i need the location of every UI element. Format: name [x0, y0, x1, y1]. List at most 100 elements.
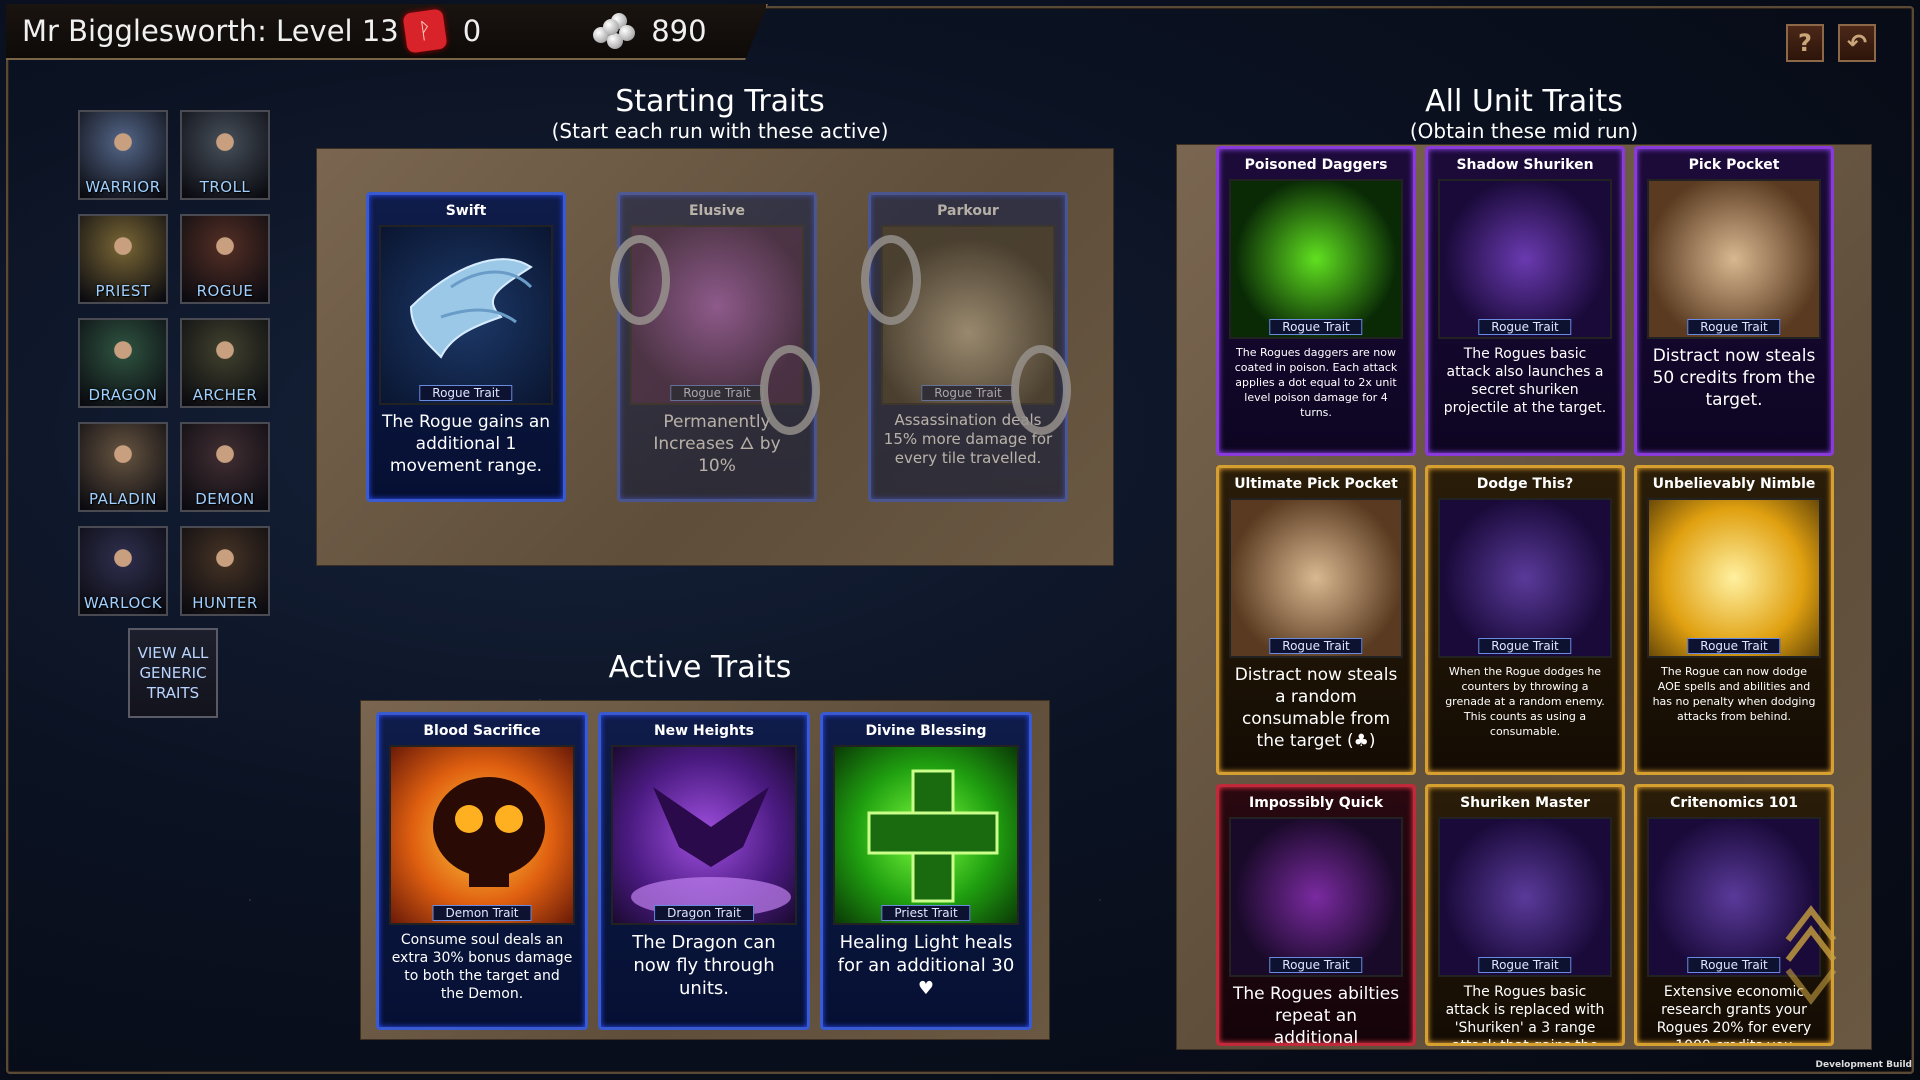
card-title: New Heights [653, 723, 755, 739]
card-title: Divine Blessing [865, 723, 987, 739]
player-header: Mr Bigglesworth: Level 13 ᚹ 0 890 [6, 4, 768, 60]
divine-blessing-cross-art: Priest Trait [833, 745, 1019, 925]
card-description: The Rogue gains an additional 1 movement… [381, 412, 551, 476]
class-tile-hunter[interactable]: HUNTER [180, 526, 270, 616]
trait-art: Rogue Trait [1229, 498, 1403, 658]
card-title: Unbelievably Nimble [1652, 476, 1816, 492]
card-description: Distract now steals a random consumable … [1234, 665, 1398, 751]
trait-class-tag: Rogue Trait [1478, 319, 1572, 335]
class-label: TROLL [199, 178, 251, 196]
class-tile-warrior[interactable]: WARRIOR [78, 110, 168, 200]
trait-card-swift[interactable]: Swift Rogue Trait The Rogue gains an add… [366, 192, 566, 502]
trait-class-tag: Rogue Trait [1269, 638, 1363, 654]
card-description: Distract now steals 50 credits from the … [1652, 346, 1816, 410]
lock-chain-icon [1011, 345, 1071, 435]
trait-class-tag: Rogue Trait [1687, 319, 1781, 335]
class-tile-demon[interactable]: DEMON [180, 422, 270, 512]
trait-class-tag: Rogue Trait [921, 385, 1015, 401]
class-label: WARRIOR [85, 178, 161, 196]
trait-class-tag: Rogue Trait [670, 385, 764, 401]
starting-traits-title: Starting Traits [615, 84, 825, 119]
trait-card-parkour[interactable]: Parkour Rogue Trait Assassination deals … [861, 192, 1071, 502]
unit-trait-card-poisoned-daggers[interactable]: Poisoned Daggers Rogue Trait The Rogues da… [1216, 146, 1416, 456]
view-all-generic-traits-button[interactable]: VIEW ALL GENERIC TRAITS [128, 628, 218, 718]
unit-traits-subtitle: (Obtain these mid run) [1409, 119, 1639, 143]
unit-traits-title: All Unit Traits [1425, 84, 1623, 119]
trait-class-tag: Rogue Trait [1687, 957, 1781, 973]
trait-class-tag: Priest Trait [881, 905, 971, 921]
trait-class-tag: Demon Trait [432, 905, 532, 921]
card-title: Shadow Shuriken [1456, 157, 1594, 173]
class-tile-rogue[interactable]: ROGUE [180, 214, 270, 304]
card-description: The Dragon can now fly through units. [632, 932, 776, 999]
blood-sacrifice-skull-art: Demon Trait [389, 745, 575, 925]
trait-art: Rogue Trait [1647, 498, 1821, 658]
trait-class-tag: Rogue Trait [1478, 638, 1572, 654]
class-label: DRAGON [88, 386, 158, 404]
card-description: The Rogues basic attack is replaced with… [1445, 984, 1605, 1046]
trait-class-tag: Dragon Trait [654, 905, 754, 921]
trait-card-elusive[interactable]: Elusive Rogue Trait Permanently Increase… [610, 192, 820, 502]
card-description: Healing Light heals for an additional 30… [837, 932, 1015, 999]
player-level-title: Mr Bigglesworth: Level 13 [22, 14, 399, 48]
class-tile-troll[interactable]: TROLL [180, 110, 270, 200]
trait-class-tag: Rogue Trait [1269, 319, 1363, 335]
unit-trait-card-dodge-this[interactable]: Dodge This? Rogue Trait When the Rogue dod… [1425, 465, 1625, 775]
trait-card-blood-sacrifice[interactable]: Blood Sacrifice Demon Trait Consume soul… [376, 712, 588, 1030]
back-button[interactable]: ↶ [1838, 24, 1876, 62]
card-title: Blood Sacrifice [423, 723, 541, 739]
unit-traits-heading: All Unit Traits (Obtain these mid run) [1324, 84, 1724, 143]
card-title: Elusive [688, 203, 746, 219]
class-label: HUNTER [192, 594, 258, 612]
class-tile-priest[interactable]: PRIEST [78, 214, 168, 304]
class-label: ROGUE [196, 282, 254, 300]
class-label: WARLOCK [83, 594, 163, 612]
unit-trait-card-impossibly-quick[interactable]: Impossibly Quick Rogue Trait The Rogues ab… [1216, 784, 1416, 1046]
class-tile-warlock[interactable]: WARLOCK [78, 526, 168, 616]
class-tile-dragon[interactable]: DRAGON [78, 318, 168, 408]
rune-count: 0 [462, 14, 482, 48]
class-tile-archer[interactable]: ARCHER [180, 318, 270, 408]
development-build-label: Development Build [1815, 1060, 1912, 1070]
lock-chain-icon [861, 235, 921, 325]
card-title: Shuriken Master [1460, 795, 1590, 811]
card-description: The Rogues basic attack also launches a … [1443, 346, 1607, 416]
help-button[interactable]: ? [1786, 24, 1824, 62]
unit-trait-card-unbelievably-nimble[interactable]: Unbelievably Nimble Rogue Trait The Rogue … [1634, 465, 1834, 775]
credits-coins-icon [591, 7, 639, 55]
trait-class-tag: Rogue Trait [419, 385, 513, 401]
card-title: Parkour [937, 203, 999, 219]
trait-card-divine-blessing[interactable]: Divine Blessing Priest Trait Healing Lig… [820, 712, 1032, 1030]
card-title: Critenomics 101 [1670, 795, 1798, 811]
trait-class-tag: Rogue Trait [1269, 957, 1363, 973]
trait-card-new-heights[interactable]: New Heights Dragon Trait The Dragon can … [598, 712, 810, 1030]
card-title: Impossibly Quick [1249, 795, 1383, 811]
credits-count: 890 [651, 14, 707, 48]
unit-trait-card-shuriken-master[interactable]: Shuriken Master Rogue Trait The Rogues bas… [1425, 784, 1625, 1046]
card-title: Poisoned Daggers [1244, 157, 1388, 173]
unit-trait-card-ultimate-pick-pocket[interactable]: Ultimate Pick Pocket Rogue Trait Distract … [1216, 465, 1416, 775]
unit-trait-card-pick-pocket[interactable]: Pick Pocket Rogue Trait Distract now steal… [1634, 146, 1834, 456]
card-description: When the Rogue dodges he counters by thr… [1445, 665, 1605, 738]
trait-class-tag: Rogue Trait [1478, 957, 1572, 973]
trait-art: Rogue Trait [1229, 179, 1403, 339]
class-label: PALADIN [88, 490, 157, 508]
scroll-chevrons-icon[interactable] [1784, 900, 1838, 1020]
card-description: Consume soul deals an extra 30% bonus da… [391, 932, 573, 1002]
lock-chain-icon [610, 235, 670, 325]
card-description: The Rogues daggers are now coated in poi… [1234, 346, 1398, 419]
trait-art: Rogue Trait [1438, 179, 1612, 339]
trait-art: Rogue Trait [1438, 817, 1612, 977]
new-heights-dragon-art: Dragon Trait [611, 745, 797, 925]
card-description: The Rogues abilties repeat an additional [1232, 984, 1400, 1046]
unit-trait-card-shadow-shuriken[interactable]: Shadow Shuriken Rogue Trait The Rogues bas… [1425, 146, 1625, 456]
swift-wing-art: Rogue Trait [379, 225, 553, 405]
class-selector-grid: WARRIOR TROLL PRIEST ROGUE DRAGON ARCHER PALAD… [78, 110, 270, 616]
card-title: Dodge This? [1476, 476, 1574, 492]
class-label: ARCHER [192, 386, 258, 404]
class-tile-paladin[interactable]: PALADIN [78, 422, 168, 512]
class-label: PRIEST [95, 282, 151, 300]
card-title: Ultimate Pick Pocket [1234, 476, 1398, 492]
trait-art: Rogue Trait [1647, 179, 1821, 339]
trait-art: Rogue Trait [1229, 817, 1403, 977]
